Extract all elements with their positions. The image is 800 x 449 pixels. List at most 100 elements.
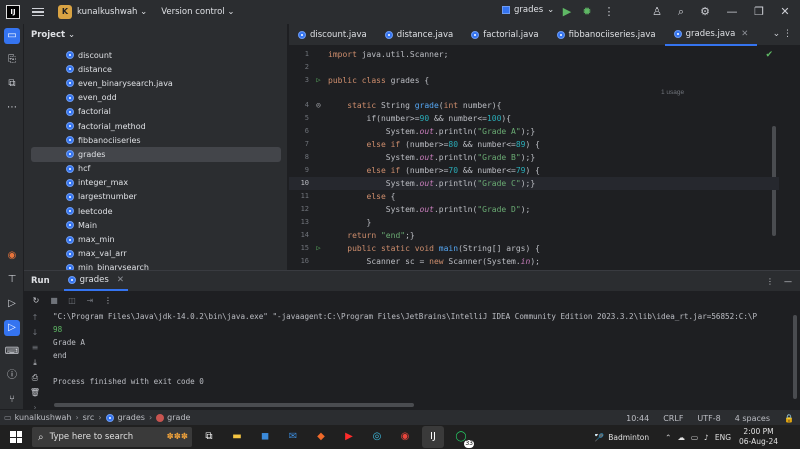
task-view-icon[interactable]: ⧉ xyxy=(198,426,220,448)
restore-icon[interactable]: ❐ xyxy=(752,5,766,19)
rerun-icon[interactable]: ↻ xyxy=(30,295,42,307)
store-icon[interactable]: ◼ xyxy=(254,426,276,448)
tree-item[interactable]: Main xyxy=(24,218,288,232)
settings-icon[interactable]: ⚙ xyxy=(698,5,712,19)
exit-icon[interactable]: ⇥ xyxy=(84,295,96,307)
tree-item[interactable]: max_val_arr xyxy=(24,247,288,261)
tree-item[interactable]: factorial_method xyxy=(24,119,288,133)
indent-setting[interactable]: 4 spaces xyxy=(735,414,770,423)
console-vertical-scrollbar[interactable] xyxy=(793,315,797,399)
print-icon[interactable]: ⎙ xyxy=(28,373,42,388)
minimize-panel-icon[interactable]: — xyxy=(784,277,792,286)
tab-factorial[interactable]: factorial.java xyxy=(462,24,547,46)
weather-label[interactable]: Badminton xyxy=(608,433,649,442)
close-tab-icon[interactable]: ✕ xyxy=(117,275,124,285)
minimize-icon[interactable]: — xyxy=(725,5,739,19)
code-editor[interactable]: ✔ 1 import java.util.Scanner; 2 3 ▷ public … xyxy=(289,46,800,270)
youtube-icon[interactable]: ▶ xyxy=(338,426,360,448)
tab-distance[interactable]: distance.java xyxy=(376,24,463,46)
tree-item[interactable]: even_odd xyxy=(24,91,288,105)
trash-icon[interactable]: 🗑 xyxy=(28,388,42,403)
tree-item-selected[interactable]: grades xyxy=(31,147,281,162)
run-config-selector[interactable]: grades ⌄ xyxy=(502,5,554,15)
usage-hint[interactable]: 1 usage xyxy=(661,89,684,96)
override-gutter-icon[interactable]: ◎ xyxy=(309,101,328,109)
breadcrumb-item[interactable]: kunalkushwah xyxy=(15,413,72,422)
close-tab-icon[interactable]: ✕ xyxy=(741,29,748,39)
tree-item[interactable]: distance xyxy=(24,62,288,76)
debug-icon[interactable]: ✹ xyxy=(580,5,594,19)
problems-tool-icon[interactable]: ⓘ xyxy=(4,368,20,384)
file-encoding[interactable]: UTF-8 xyxy=(697,414,720,423)
close-icon[interactable]: ✕ xyxy=(778,5,792,19)
tree-item[interactable]: leetcode xyxy=(24,204,288,218)
tab-discount[interactable]: discount.java xyxy=(289,24,376,46)
services-tool-icon[interactable]: ▷ xyxy=(4,296,20,312)
project-widget[interactable]: kunalkushwah ⌄ xyxy=(77,7,147,17)
battery-icon[interactable]: ▭ xyxy=(691,433,698,442)
tree-item[interactable]: largestnumber xyxy=(24,190,288,204)
tree-item[interactable]: factorial xyxy=(24,105,288,119)
console-output[interactable]: "C:\Program Files\Java\jdk-14.0.2\bin\ja… xyxy=(53,312,798,390)
caret-position[interactable]: 10:44 xyxy=(626,414,649,423)
add-user-icon[interactable]: ♙ xyxy=(650,5,664,19)
project-tool-icon[interactable]: ▭ xyxy=(4,28,20,44)
lock-icon[interactable]: 🔒 xyxy=(784,414,794,423)
line-separator[interactable]: CRLF xyxy=(663,414,683,423)
run-icon[interactable]: ▶ xyxy=(560,5,574,19)
run-tool-icon[interactable]: ▷ xyxy=(4,320,20,336)
volume-icon[interactable]: ♪ xyxy=(704,433,709,442)
up-arrow-icon[interactable]: ↑ xyxy=(28,313,42,328)
file-explorer-icon[interactable]: ▬ xyxy=(226,426,248,448)
console-horizontal-scrollbar[interactable] xyxy=(54,403,414,407)
search-icon: ⌕ xyxy=(38,431,44,443)
structure-tool-icon[interactable]: ⧉ xyxy=(4,76,20,92)
tree-item[interactable]: hcf xyxy=(24,162,288,176)
clock[interactable]: 2:00 PM 06-Aug-24 xyxy=(739,427,778,447)
version-control-tool-icon[interactable]: ⑂ xyxy=(4,392,20,408)
down-arrow-icon[interactable]: ↓ xyxy=(28,328,42,343)
whatsapp-icon[interactable]: ◯ 33 xyxy=(450,426,474,448)
tab-fibbanociiseries[interactable]: fibbanociiseries.java xyxy=(548,24,665,46)
more-icon[interactable]: ⋮ xyxy=(602,5,616,19)
run-gutter-icon[interactable]: ▷ xyxy=(309,76,328,84)
run-gutter-icon[interactable]: ▷ xyxy=(309,244,328,252)
scroll-to-end-icon[interactable]: ⤓ xyxy=(28,358,42,373)
project-panel-header[interactable]: Project ⌄ xyxy=(24,24,287,46)
chrome-icon[interactable]: ◉ xyxy=(394,426,416,448)
tree-item[interactable]: integer_max xyxy=(24,176,288,190)
more-tools-icon[interactable]: ⋯ xyxy=(4,100,20,116)
breadcrumb-item[interactable]: src xyxy=(83,413,95,422)
network-icon[interactable]: ☁ xyxy=(677,433,685,442)
tree-item[interactable]: even_binarysearch.java xyxy=(24,76,288,90)
tree-item[interactable]: discount xyxy=(24,48,288,62)
soft-wrap-icon[interactable]: ≡ xyxy=(28,343,42,358)
windows-start-icon[interactable] xyxy=(10,431,22,443)
more-icon[interactable]: ⋮ xyxy=(766,277,774,286)
tree-item[interactable]: max_min xyxy=(24,232,288,246)
build-tool-icon[interactable]: ⊤ xyxy=(4,272,20,288)
project-badge[interactable]: K xyxy=(58,5,72,19)
terminal-tool-icon[interactable]: ⌨ xyxy=(4,344,20,360)
breadcrumb-item[interactable]: grades xyxy=(118,413,145,422)
language-indicator[interactable]: ENG xyxy=(715,433,731,442)
plugin-icon[interactable]: ◉ xyxy=(4,248,20,264)
brave-icon[interactable]: ◆ xyxy=(310,426,332,448)
commit-tool-icon[interactable]: ⎘ xyxy=(4,52,20,68)
taskbar-search[interactable]: ⌕ Type here to search ✽✽✽ xyxy=(32,427,192,447)
stop-icon[interactable]: ■ xyxy=(48,295,60,307)
breadcrumb-item[interactable]: grade xyxy=(167,413,190,422)
mail-icon[interactable]: ✉ xyxy=(282,426,304,448)
edge-icon[interactable]: ◎ xyxy=(366,426,388,448)
main-menu-icon[interactable] xyxy=(32,7,44,17)
version-control-widget[interactable]: Version control ⌄ xyxy=(161,7,234,17)
tab-menu-icon[interactable]: ⌄ ⋮ xyxy=(773,29,792,39)
search-icon[interactable]: ⌕ xyxy=(674,5,688,19)
run-tab-grades[interactable]: grades ✕ xyxy=(63,271,128,291)
tree-item[interactable]: fibbanociiseries xyxy=(24,133,288,147)
camera-icon[interactable]: ◫ xyxy=(66,295,78,307)
intellij-taskbar-icon[interactable]: IJ xyxy=(422,426,444,448)
tab-grades[interactable]: grades.java ✕ xyxy=(664,24,758,46)
more-icon[interactable]: ⋮ xyxy=(102,295,114,307)
chevron-up-icon[interactable]: ⌃ xyxy=(665,433,671,442)
